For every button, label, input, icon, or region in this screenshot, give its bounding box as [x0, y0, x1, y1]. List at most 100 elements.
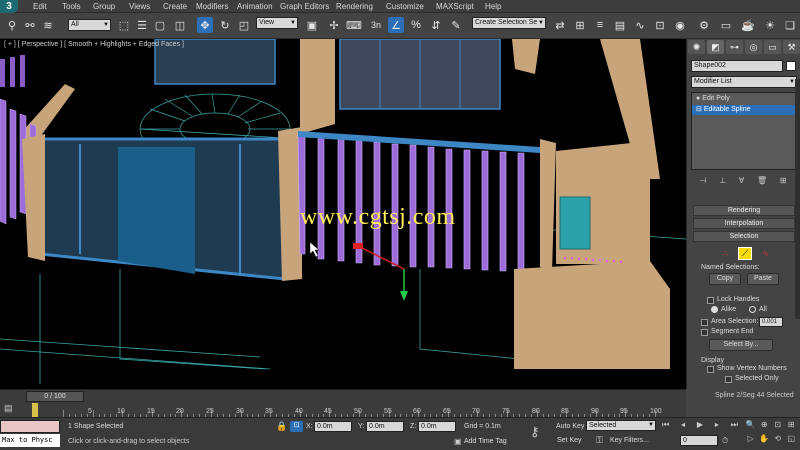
render-setup-icon[interactable]: ⚙ [696, 17, 712, 33]
select-by-name-icon[interactable]: ☰ [134, 17, 150, 33]
segment-level-icon[interactable]: ⟋ [738, 246, 753, 260]
spline-level-icon[interactable]: ∿ [762, 249, 769, 258]
angle-snap-icon[interactable]: ∠ [388, 17, 404, 33]
z-coordinate-field[interactable]: 0.0m [418, 421, 456, 432]
menu-animation[interactable]: Animation [237, 2, 273, 11]
render-iterative-icon[interactable]: ☀ [762, 17, 778, 33]
lock-icon[interactable]: 🔒 [276, 421, 287, 432]
menu-customize[interactable]: Customize [386, 2, 424, 11]
select-and-manipulate-icon[interactable]: ✢ [326, 17, 342, 33]
mirror-icon[interactable]: ⇄ [552, 17, 568, 33]
key-icon[interactable]: ⚿ [596, 435, 603, 446]
field-of-view-icon[interactable]: ▷ [744, 434, 758, 448]
copy-button[interactable]: Copy [709, 273, 741, 285]
auto-key-button[interactable]: Auto Key [556, 423, 584, 430]
select-object-icon[interactable]: ⬚ [116, 17, 132, 33]
absolute-mode-icon[interactable]: ⊡ [290, 421, 303, 432]
edit-named-selection-icon[interactable]: ✎ [448, 17, 464, 33]
menu-tools[interactable]: Tools [62, 2, 81, 11]
time-configuration-icon[interactable]: ⏱ [722, 436, 728, 446]
area-selection-checkbox[interactable] [701, 319, 708, 326]
spinner-snap-icon[interactable]: ⇵ [428, 17, 444, 33]
menu-group[interactable]: Group [93, 2, 115, 11]
vertex-level-icon[interactable]: ∴ [723, 249, 728, 258]
graphite-ribbon-icon[interactable]: ▤ [612, 17, 628, 33]
zoom-icon[interactable]: 🔍 [744, 420, 758, 434]
all-radio[interactable] [749, 306, 756, 313]
previous-frame-icon[interactable]: ◂ [681, 420, 685, 432]
percent-snap-icon[interactable]: % [408, 17, 424, 33]
named-selection-set-select[interactable]: Create Selection Se ▼ [472, 17, 546, 29]
maxscript-listener-top[interactable] [0, 420, 60, 433]
activeshade-icon[interactable]: ❏ [782, 17, 798, 33]
rendering-rollout[interactable]: Rendering [693, 205, 795, 216]
object-color-swatch[interactable] [786, 61, 796, 71]
expand-icon[interactable]: ⊟ [696, 106, 702, 113]
app-logo[interactable]: 3 [0, 0, 18, 13]
menu-maxscript[interactable]: MAXScript [436, 2, 474, 11]
menu-views[interactable]: Views [129, 2, 150, 11]
x-coordinate-field[interactable]: 0.0m [314, 421, 352, 432]
reference-coordinate-select[interactable]: View ▼ [256, 17, 298, 29]
rendered-frame-window-icon[interactable]: ▭ [718, 17, 734, 33]
zoom-extents-all-icon[interactable]: ⊞ [785, 420, 799, 434]
maximize-viewport-icon[interactable]: ◱ [785, 434, 799, 448]
key-mode-select[interactable]: Selected ▼ [586, 420, 656, 431]
select-and-rotate-icon[interactable]: ↻ [217, 17, 233, 33]
curve-editor-icon[interactable]: ∿ [632, 17, 648, 33]
bind-space-warp-icon[interactable]: ≋ [40, 17, 56, 33]
timeline[interactable]: 0 / 100 ▤ 5 10 15 20 25 30 35 40 45 50 55 60 65 70 75 8… [0, 389, 686, 418]
modifier-list-select[interactable]: Modifier List ▼ [691, 76, 797, 88]
snaps-toggle-icon[interactable]: 3n [368, 17, 384, 33]
display-tab-icon[interactable]: ▭ [764, 40, 781, 54]
selection-filter-select[interactable]: All ▼ [68, 19, 111, 31]
area-selection-field[interactable]: 0.001 [759, 317, 783, 327]
menu-modifiers[interactable]: Modifiers [196, 2, 228, 11]
menu-rendering[interactable]: Rendering [336, 2, 373, 11]
layer-manager-icon[interactable]: ≡ [592, 17, 608, 33]
stack-item-edit-poly[interactable]: ● Edit Poly [692, 95, 796, 105]
menu-create[interactable]: Create [163, 2, 187, 11]
set-key-button[interactable]: Set Key [557, 437, 582, 444]
select-and-move-icon[interactable]: ✥ [197, 17, 213, 33]
add-time-tag-button[interactable]: Add Time Tag [464, 438, 507, 445]
utilities-tab-icon[interactable]: ⚒ [783, 40, 800, 54]
pivot-center-icon[interactable]: ▣ [304, 17, 320, 33]
window-crossing-icon[interactable]: ◫ [172, 17, 188, 33]
configure-modifier-sets-icon[interactable]: ⊞ [780, 176, 787, 188]
motion-tab-icon[interactable]: ◎ [745, 40, 762, 54]
menu-help[interactable]: Help [485, 2, 501, 11]
maxscript-listener-input[interactable]: Max to Physc [0, 434, 60, 447]
align-icon[interactable]: ⊞ [572, 17, 588, 33]
mini-curve-editor-icon[interactable]: ▤ [4, 403, 20, 415]
object-name-field[interactable]: Shape002 [691, 60, 783, 72]
pan-icon[interactable]: ✋ [758, 434, 772, 448]
segment-end-checkbox[interactable] [701, 329, 708, 336]
bulb-icon[interactable]: ● [696, 95, 700, 102]
current-frame-field[interactable]: 0 [680, 435, 718, 446]
set-key-mode-icon[interactable]: ⚷ [530, 424, 540, 440]
selected-only-checkbox[interactable] [725, 376, 732, 383]
create-tab-icon[interactable]: ✺ [688, 40, 705, 54]
hierarchy-tab-icon[interactable]: ⊶ [726, 40, 743, 54]
zoom-extents-icon[interactable]: ⊡ [771, 420, 785, 434]
stack-item-editable-spline[interactable]: ⊟ Editable Spline [692, 105, 796, 115]
unlink-icon[interactable]: ⚯ [22, 17, 38, 33]
show-vertex-numbers-checkbox[interactable] [707, 366, 714, 373]
paste-button[interactable]: Paste [747, 273, 779, 285]
select-and-scale-icon[interactable]: ◰ [236, 17, 252, 33]
make-unique-icon[interactable]: ∀ [739, 176, 744, 188]
render-production-icon[interactable]: ☕ [740, 17, 756, 33]
menu-edit[interactable]: Edit [33, 2, 47, 11]
rectangular-selection-icon[interactable]: ▢ [152, 17, 168, 33]
orbit-icon[interactable]: ⟲ [771, 434, 785, 448]
y-coordinate-field[interactable]: 0.0m [366, 421, 404, 432]
current-frame-marker[interactable] [32, 403, 38, 417]
schematic-view-icon[interactable]: ⊡ [652, 17, 668, 33]
remove-modifier-icon[interactable]: 🗑 [757, 176, 767, 188]
pin-stack-icon[interactable]: ⊣ [699, 176, 706, 188]
material-editor-icon[interactable]: ◉ [672, 17, 688, 33]
alike-radio[interactable] [711, 306, 718, 313]
keyboard-shortcut-override-icon[interactable]: ⌨ [346, 17, 362, 33]
play-icon[interactable]: ▶ [697, 420, 703, 432]
